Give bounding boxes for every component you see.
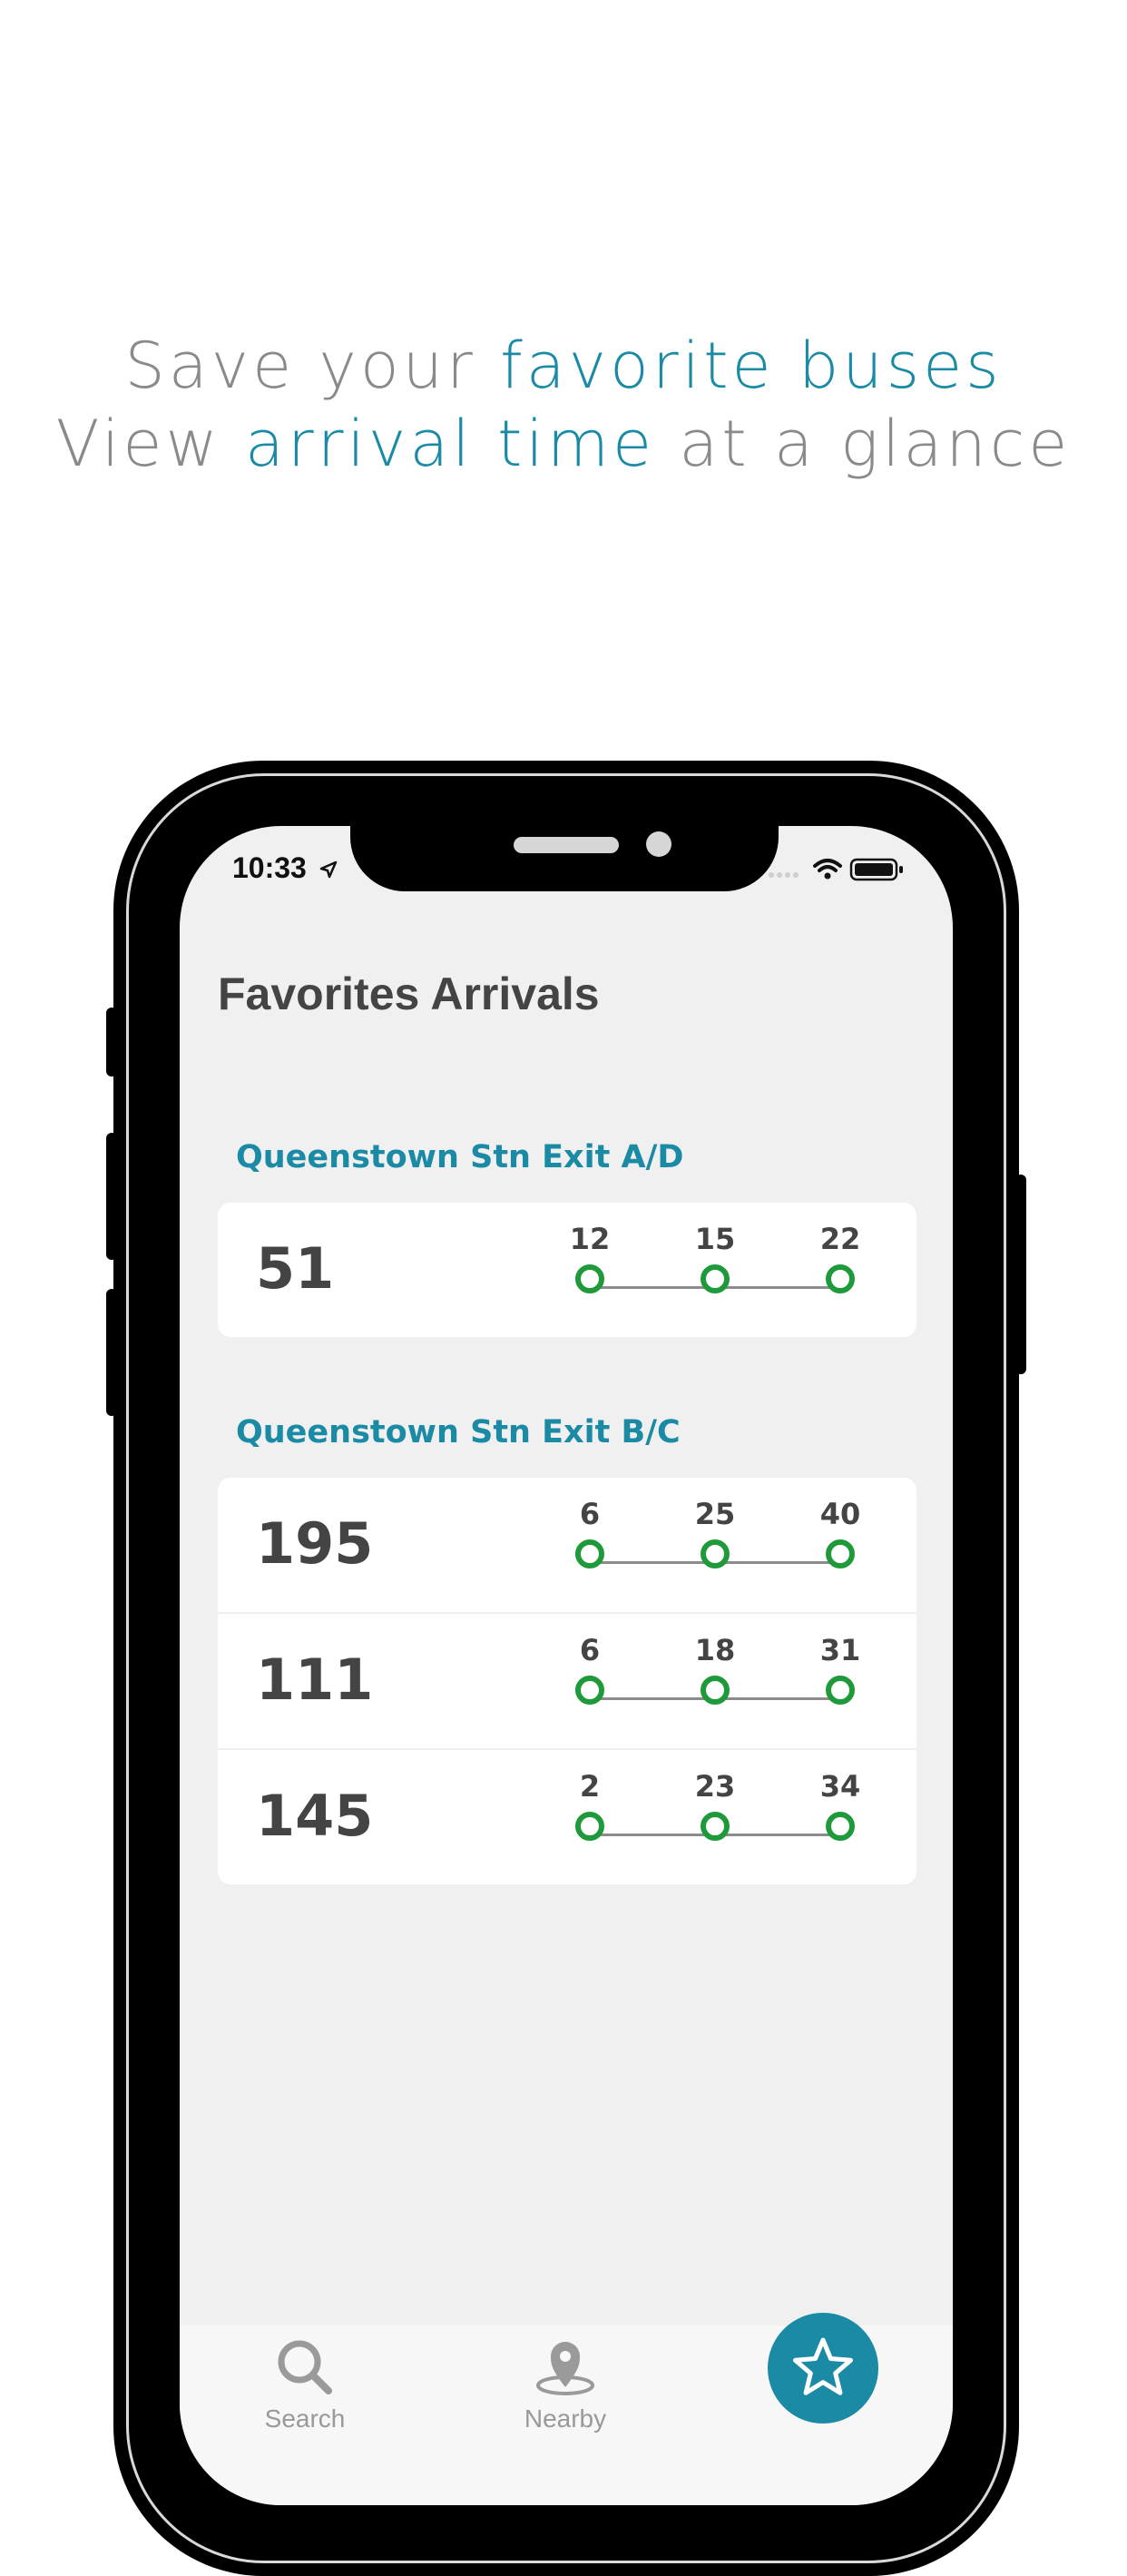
arrival-dot [701,1676,730,1705]
star-icon [793,2337,853,2395]
location-arrow-icon [319,860,337,879]
phone-camera [646,831,671,857]
phone-screen: 10:33 Favorites Arrivals Queenstown Stn … [180,826,953,2505]
wifi-icon [813,859,842,872]
arrival-dot [826,1676,855,1705]
bus-number: 111 [256,1647,374,1713]
stop-card-exit-bc: 195 6 25 40 111 6 18 31 145 2 23 34 [218,1478,916,1884]
headline-line-1: Save your favorite buses [0,327,1127,405]
map-pin-icon [536,2342,594,2395]
headline-highlight: favorite buses [500,329,1003,403]
arrival-slot: 34 [813,1768,867,1841]
headline-highlight: arrival time [245,407,656,481]
stop-group-label: Queenstown Stn Exit B/C [236,1414,681,1450]
arrival-slot: 15 [688,1221,742,1293]
tab-nearby-label: Nearby [524,2404,607,2433]
arrival-dot [826,1539,855,1568]
signal-icon [769,872,799,878]
arrival-slot: 40 [813,1496,867,1568]
phone-notch [350,826,779,891]
arrival-slot: 6 [563,1632,617,1705]
search-icon [278,2340,332,2394]
bus-row[interactable]: 51 12 15 22 [218,1203,916,1337]
arrival-minutes: 6 [579,1497,601,1531]
bus-row[interactable]: 111 6 18 31 [218,1614,916,1750]
arrival-minutes: 12 [569,1222,611,1256]
headline-text: at a glance [655,407,1072,481]
arrival-dot [575,1812,604,1841]
arrival-dot [701,1539,730,1568]
arrival-minutes: 40 [819,1497,861,1531]
arrival-slot: 31 [813,1632,867,1705]
arrival-minutes: 31 [819,1633,861,1667]
status-icons-svg [769,858,903,881]
battery-icon [849,858,903,881]
tab-nearby[interactable]: Nearby [493,2335,638,2433]
arrival-timeline: 6 25 40 [563,1496,889,1596]
arrival-minutes: 15 [694,1222,736,1256]
arrival-minutes: 18 [694,1633,736,1667]
tab-search-label: Search [264,2404,346,2433]
arrival-dot [826,1812,855,1841]
stop-card-exit-ad: 51 12 15 22 [218,1203,916,1337]
arrival-dot [701,1264,730,1293]
arrival-minutes: 25 [694,1497,736,1531]
phone-speaker [514,837,619,853]
arrival-minutes: 2 [579,1769,601,1804]
arrival-minutes: 6 [579,1633,601,1667]
tab-search[interactable]: Search [232,2335,377,2433]
bus-number: 51 [256,1235,335,1302]
arrival-slot: 18 [688,1632,742,1705]
arrival-minutes: 23 [694,1769,736,1804]
arrival-slot: 12 [563,1221,617,1293]
arrival-slot: 6 [563,1496,617,1568]
stop-group-label: Queenstown Stn Exit A/D [236,1139,684,1175]
bus-number: 145 [256,1783,374,1849]
headline-text: View [55,407,246,481]
arrival-dot [575,1676,604,1705]
arrival-dot [826,1264,855,1293]
headline-line-2: View arrival time at a glance [0,405,1127,483]
arrival-timeline: 2 23 34 [563,1768,889,1868]
arrival-minutes: 34 [819,1769,861,1804]
arrival-slot: 25 [688,1496,742,1568]
bus-number: 195 [256,1510,374,1577]
headline: Save your favorite buses View arrival ti… [0,327,1127,483]
status-time: 10:33 [232,851,338,885]
status-time-text: 10:33 [232,851,307,884]
arrival-timeline: 6 18 31 [563,1632,889,1732]
headline-text: Save your [124,329,501,403]
arrival-dot [575,1264,604,1293]
tab-favorites-button[interactable] [768,2313,878,2424]
arrival-slot: 23 [688,1768,742,1841]
bus-row[interactable]: 145 2 23 34 [218,1750,916,1884]
page-title: Favorites Arrivals [218,968,600,1019]
arrival-slot: 22 [813,1221,867,1293]
arrival-dot [701,1812,730,1841]
status-icons [764,855,909,882]
arrival-timeline: 12 15 22 [563,1221,889,1321]
arrival-dot [575,1539,604,1568]
bus-row[interactable]: 195 6 25 40 [218,1478,916,1614]
arrival-minutes: 22 [819,1222,861,1256]
arrival-slot: 2 [563,1768,617,1841]
